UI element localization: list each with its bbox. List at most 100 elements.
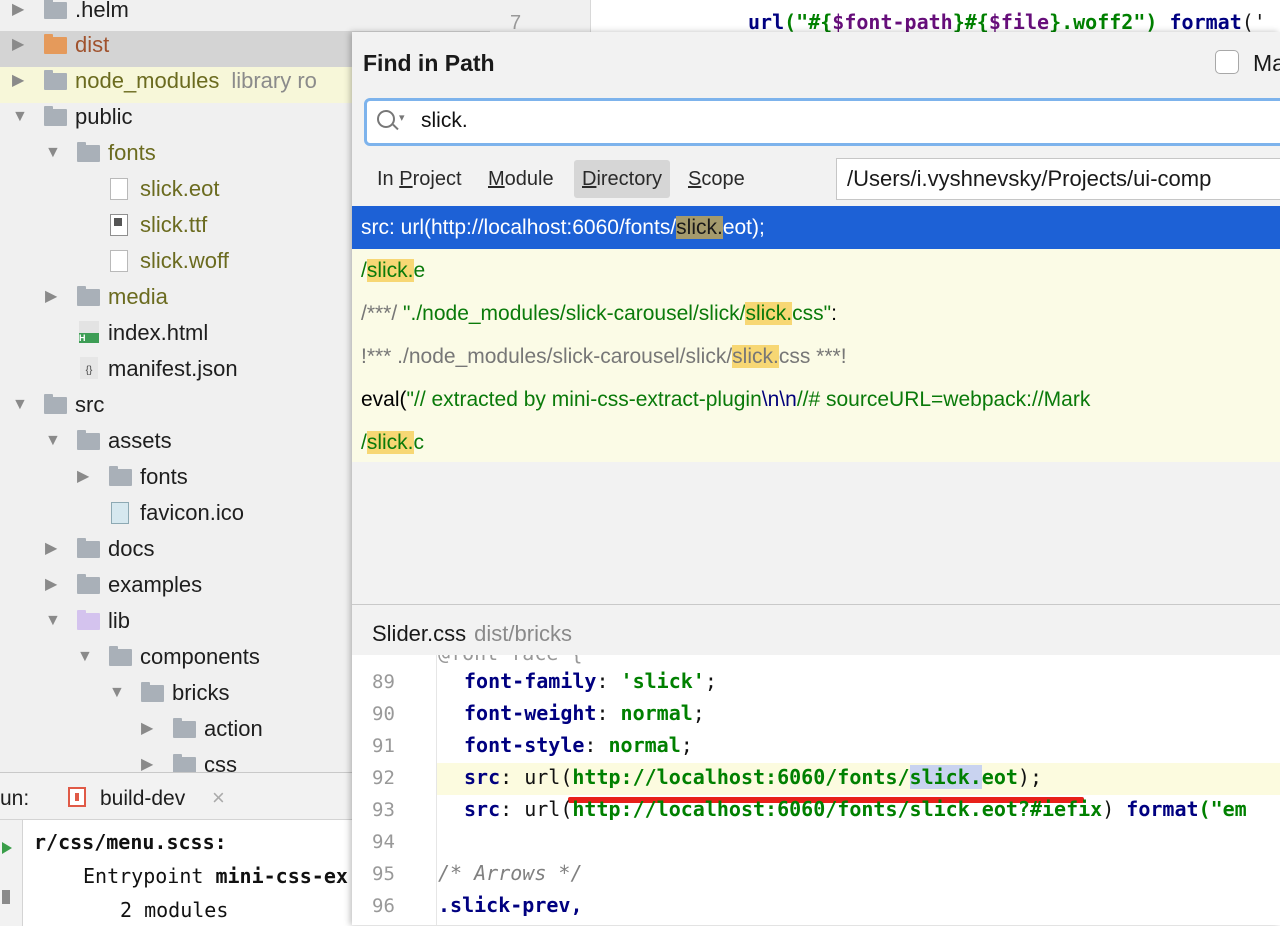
expand-arrow-icon[interactable]: ▶: [12, 31, 24, 59]
folder-icon: [173, 718, 196, 738]
rerun-icon[interactable]: [2, 842, 12, 854]
result-text: \n\n: [761, 388, 797, 411]
result-row[interactable]: /***/ "./node_modules/slick-carousel/sli…: [352, 292, 1280, 335]
result-text: src: url(http://localhost:6060/fonts/: [361, 216, 677, 239]
css-property: src: [464, 797, 501, 821]
result-text: eot);: [722, 216, 765, 239]
tab-build-dev[interactable]: build-dev ×: [62, 773, 242, 819]
tree-item-label: examples: [108, 572, 203, 597]
match-highlight: slick.: [732, 345, 779, 368]
search-icon[interactable]: [377, 110, 395, 128]
folder-icon: [77, 430, 100, 450]
search-input[interactable]: [421, 106, 1280, 136]
result-row[interactable]: eval("// extracted by mini-css-extract-p…: [352, 378, 1280, 421]
console-text: Entrypoint: [83, 864, 204, 888]
preview-file-name: Slider.css: [372, 621, 467, 646]
folder-icon: [109, 646, 132, 666]
result-row[interactable]: src: url(http://localhost:6060/fonts/sli…: [352, 206, 1280, 249]
result-text: !*** ./node_modules/slick-carousel/slick…: [361, 345, 733, 368]
tab-in-project[interactable]: In Project: [369, 160, 470, 198]
collapse-arrow-icon[interactable]: ▼: [45, 139, 61, 167]
tab-text: cope: [701, 168, 745, 190]
tab-module[interactable]: Module: [480, 160, 562, 198]
collapse-arrow-icon[interactable]: ▼: [77, 643, 93, 671]
match-case-label: Ma: [1253, 50, 1280, 76]
file-icon: [110, 250, 128, 272]
code-comment: /* Arrows */: [438, 861, 583, 885]
code-fn: format: [1169, 10, 1242, 32]
tree-item-label: .helm: [75, 0, 129, 22]
css-url: http://localhost:6060/fonts/: [572, 765, 910, 789]
history-dropdown-icon[interactable]: ▾: [399, 111, 405, 124]
mnemonic: M: [488, 168, 505, 190]
collapse-arrow-icon[interactable]: ▼: [45, 607, 61, 635]
folder-icon: [44, 106, 67, 126]
font-file-icon: [110, 214, 128, 236]
folder-icon: [44, 70, 67, 90]
tree-item-label: bricks: [172, 680, 230, 705]
collapse-arrow-icon[interactable]: ▼: [12, 391, 28, 419]
result-text: /***/: [361, 302, 404, 325]
expand-arrow-icon[interactable]: ▶: [141, 715, 153, 743]
tree-item-label: src: [75, 392, 105, 417]
tree-item-helm[interactable]: ▶ .helm: [0, 0, 490, 32]
tab-text: roject: [412, 168, 462, 190]
line-number: 92: [372, 767, 395, 789]
collapse-arrow-icon[interactable]: ▼: [109, 679, 125, 707]
result-text: "// extracted by mini-css-extract-plugin: [406, 388, 762, 411]
match-highlight: slick.: [676, 216, 723, 239]
result-row[interactable]: /slick.c: [352, 421, 1280, 464]
directory-path-field[interactable]: /Users/i.vyshnevsky/Projects/ui-comp: [836, 158, 1280, 200]
expand-arrow-icon[interactable]: ▶: [45, 571, 57, 599]
code-var: $font-path: [832, 10, 953, 32]
line-number: 95: [372, 863, 395, 885]
expand-arrow-icon[interactable]: ▶: [12, 0, 24, 24]
expand-arrow-icon[interactable]: ▶: [141, 751, 153, 772]
folder-icon: [109, 466, 132, 486]
result-text: css": [792, 302, 832, 325]
folder-icon: [77, 538, 100, 558]
library-root-label: library ro: [231, 68, 317, 93]
tab-directory[interactable]: Directory: [574, 160, 671, 198]
match-case-checkbox[interactable]: [1215, 50, 1239, 74]
tab-scope[interactable]: Scope: [680, 160, 753, 198]
folder-icon: [44, 34, 67, 54]
result-row[interactable]: !*** ./node_modules/slick-carousel/slick…: [352, 335, 1280, 378]
json-file-icon: {}: [80, 357, 98, 379]
css-selector: .slick-prev,: [438, 893, 583, 917]
folder-icon: [173, 754, 196, 772]
folder-icon: [77, 610, 100, 630]
code-punct: ): [1102, 797, 1127, 821]
image-file-icon: [111, 502, 129, 524]
results-empty-area: [352, 462, 1280, 604]
tree-item-label: node_modules: [75, 68, 220, 93]
expand-arrow-icon[interactable]: ▶: [45, 535, 57, 563]
collapse-arrow-icon[interactable]: ▼: [12, 103, 28, 131]
line-number: 91: [372, 735, 395, 757]
stop-icon[interactable]: [2, 890, 10, 904]
result-text: c: [413, 431, 425, 454]
expand-arrow-icon[interactable]: ▶: [77, 463, 89, 491]
folder-icon: [77, 574, 100, 594]
result-text: :: [831, 302, 837, 325]
line-number: 90: [372, 703, 395, 725]
tree-item-label: slick.ttf: [140, 212, 208, 237]
mnemonic: S: [688, 168, 702, 190]
close-icon[interactable]: ×: [212, 785, 225, 811]
preview-header: Slider.css dist/bricks: [352, 605, 1280, 655]
expand-arrow-icon[interactable]: ▶: [12, 67, 24, 95]
run-toolbar: [0, 820, 23, 926]
search-field[interactable]: ▾: [364, 98, 1280, 146]
result-text: css ***!: [778, 345, 847, 368]
tree-item-label: action: [204, 716, 263, 741]
expand-arrow-icon[interactable]: ▶: [45, 283, 57, 311]
code-punct: ;: [692, 701, 705, 725]
collapse-arrow-icon[interactable]: ▼: [45, 427, 61, 455]
line-number: 89: [372, 671, 395, 693]
run-label: un:: [0, 787, 30, 810]
css-value: normal: [620, 701, 693, 725]
folder-icon: [77, 286, 100, 306]
line-number: 94: [372, 831, 395, 853]
result-row[interactable]: /slick.e: [352, 249, 1280, 292]
css-function: url(: [524, 765, 573, 789]
